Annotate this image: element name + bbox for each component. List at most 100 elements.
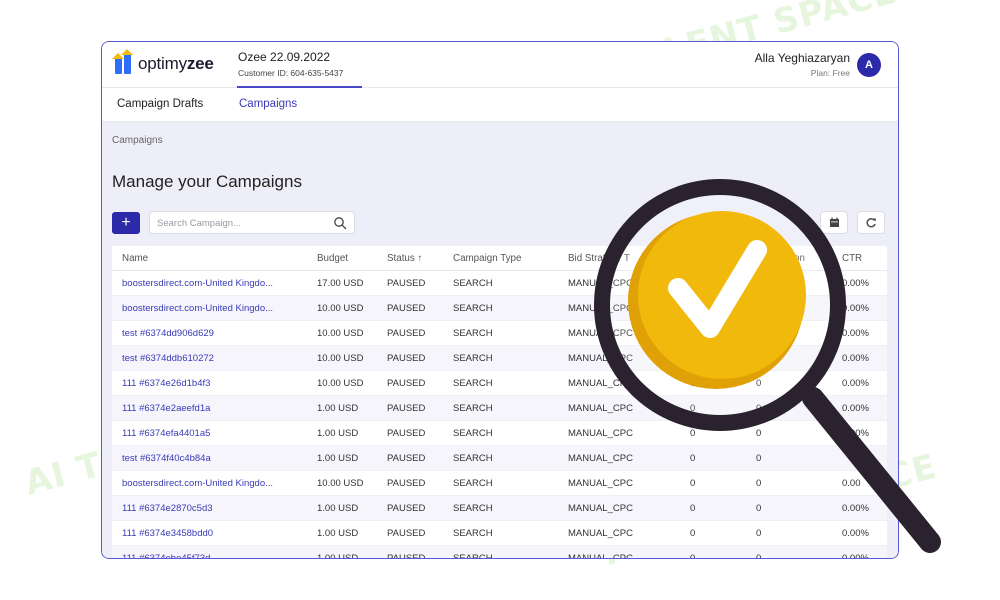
- cell-name[interactable]: boostersdirect.com-United Kingdo...: [122, 303, 307, 314]
- column-header-bid-strategy[interactable]: Bid Strategy T: [568, 253, 630, 264]
- cell-metric-a: 0: [690, 553, 696, 559]
- cell-ctr: 0.00%: [842, 503, 869, 514]
- cell-campaign-type: SEARCH: [453, 553, 493, 559]
- cell-budget: 10.00 USD: [317, 328, 364, 339]
- table-row[interactable]: 111 #6374efa4401a5 1.00 USD PAUSED SEARCH MA…: [112, 421, 887, 446]
- cell-bid-strategy: MANUAL_CPC: [568, 328, 633, 339]
- cell-bid-strategy: MANUAL_CPC: [568, 528, 633, 539]
- cell-bid-strategy: MANUAL_CPC: [568, 428, 633, 439]
- cell-budget: 10.00 USD: [317, 303, 364, 314]
- refresh-button[interactable]: [857, 211, 885, 234]
- cell-name[interactable]: boostersdirect.com-United Kingdo...: [122, 478, 307, 489]
- cell-metric-a: 0: [690, 528, 696, 539]
- cell-metric-b: 0: [756, 453, 762, 464]
- cell-metric-b: 0: [756, 553, 762, 559]
- search-input[interactable]: [157, 215, 327, 231]
- cell-bid-strategy: MANUAL_CPC: [568, 378, 633, 389]
- cell-name[interactable]: test #6374dd906d629: [122, 328, 307, 339]
- cell-metric-b: 0: [756, 378, 762, 389]
- cell-bid-strategy: MANUAL_CPC: [568, 553, 633, 559]
- column-header-campaign-type[interactable]: Campaign Type: [453, 253, 521, 264]
- logo[interactable]: optimyzee: [112, 49, 214, 74]
- cell-status: PAUSED: [387, 303, 426, 314]
- column-header-ctr[interactable]: CTR: [842, 253, 862, 264]
- table-row[interactable]: test #6374f40c4b84a 1.00 USD PAUSED SEARCH M…: [112, 446, 887, 471]
- cell-campaign-type: SEARCH: [453, 378, 493, 389]
- cell-ctr: 0.00%: [842, 553, 869, 559]
- cell-status: PAUSED: [387, 528, 426, 539]
- cell-name[interactable]: boostersdirect.com-United Kingdo...: [122, 278, 307, 289]
- cell-ctr: 0.00%: [842, 378, 869, 389]
- cell-budget: 1.00 USD: [317, 453, 359, 464]
- cell-status: PAUSED: [387, 553, 426, 559]
- cell-name[interactable]: 111 #6374efa4401a5: [122, 428, 307, 439]
- table-row[interactable]: test #6374dd906d629 10.00 USD PAUSED SEARCH…: [112, 321, 887, 346]
- cell-metric-a: 0: [690, 428, 696, 439]
- app-window: optimyzee Ozee 22.09.2022 Customer ID: 6…: [101, 41, 899, 559]
- cell-bid-strategy: MANUAL_CPC: [568, 353, 633, 364]
- cell-metric-a: 0: [690, 378, 696, 389]
- search-icon[interactable]: [333, 216, 347, 230]
- breadcrumb[interactable]: Campaigns: [112, 135, 163, 146]
- tab-campaigns[interactable]: Campaigns: [239, 98, 297, 110]
- table-row[interactable]: test #6374ddb610272 10.00 USD PAUSED SEARCH…: [112, 346, 887, 371]
- calendar-icon: [829, 217, 839, 227]
- table-row[interactable]: boostersdirect.com-United Kingdo... 10.00…: [112, 471, 887, 496]
- content-area: Campaigns Manage your Campaigns + Search…: [102, 122, 898, 559]
- cell-name[interactable]: test #6374ddb610272: [122, 353, 307, 364]
- table-row[interactable]: 111 #6374e2870c5d3 1.00 USD PAUSED SEARCH MA…: [112, 496, 887, 521]
- account-selector[interactable]: Ozee 22.09.2022 Customer ID: 604-635-543…: [238, 50, 343, 78]
- cell-status: PAUSED: [387, 278, 426, 289]
- cell-name[interactable]: 111 #6374ebe45f73d: [122, 553, 307, 558]
- cell-ctr: 0.00%: [842, 353, 869, 364]
- table-row[interactable]: 111 #6374e26d1b4f3 10.00 USD PAUSED SEARCH M…: [112, 371, 887, 396]
- cell-name[interactable]: test #6374f40c4b84a: [122, 453, 307, 464]
- cell-name[interactable]: 111 #6374e2aeefd1a: [122, 403, 307, 414]
- cell-status: PAUSED: [387, 428, 426, 439]
- cell-campaign-type: SEARCH: [453, 278, 493, 289]
- column-header-name[interactable]: Name: [122, 253, 148, 264]
- column-header-budget[interactable]: Budget: [317, 253, 348, 264]
- search-box: [149, 211, 355, 234]
- cell-budget: 1.00 USD: [317, 428, 359, 439]
- cell-campaign-type: SEARCH: [453, 528, 493, 539]
- tab-bar: Campaign Drafts Campaigns: [102, 88, 898, 122]
- table-row[interactable]: 111 #6374ebe45f73d 1.00 USD PAUSED SEARCH MA…: [112, 546, 887, 559]
- table-row[interactable]: 111 #6374e2aeefd1a 1.00 USD PAUSED SEARCH MA…: [112, 396, 887, 421]
- table-row[interactable]: boostersdirect.com-United Kingdo... 10.00…: [112, 296, 887, 321]
- cell-budget: 1.00 USD: [317, 503, 359, 514]
- cell-budget: 10.00 USD: [317, 378, 364, 389]
- cell-budget: 10.00 USD: [317, 353, 364, 364]
- cell-status: PAUSED: [387, 453, 426, 464]
- cell-name[interactable]: 111 #6374e2870c5d3: [122, 503, 307, 514]
- cell-status: PAUSED: [387, 403, 426, 414]
- refresh-icon: [866, 217, 876, 227]
- tab-campaign-drafts[interactable]: Campaign Drafts: [117, 98, 203, 110]
- column-header-status[interactable]: Status ↑: [387, 253, 422, 264]
- cell-bid-strategy: MANUAL_CPC: [568, 403, 633, 414]
- cell-metric-b: 0: [756, 528, 762, 539]
- column-header-conversion[interactable]: on: [794, 253, 805, 264]
- cell-status: PAUSED: [387, 503, 426, 514]
- logo-mark-icon: [112, 49, 133, 74]
- cell-metric-a: 0: [690, 503, 696, 514]
- user-name: Alla Yeghiazaryan: [754, 51, 850, 65]
- table-row[interactable]: boostersdirect.com-United Kingdo... 17.00…: [112, 271, 887, 296]
- cell-ctr: 0.00%: [842, 328, 869, 339]
- logo-text: optimyzee: [138, 54, 214, 73]
- cell-name[interactable]: 111 #6374e26d1b4f3: [122, 378, 307, 389]
- page-title: Manage your Campaigns: [112, 172, 302, 191]
- cell-campaign-type: SEARCH: [453, 453, 493, 464]
- calendar-button[interactable]: [820, 211, 848, 234]
- cell-metric-b: 0: [756, 428, 762, 439]
- cell-metric-a: 0: [690, 403, 696, 414]
- user-plan: Plan: Free: [810, 68, 850, 78]
- avatar[interactable]: A: [857, 53, 881, 77]
- cell-ctr: 0.00%: [842, 303, 869, 314]
- cell-metric-b: 0: [756, 478, 762, 489]
- cell-name[interactable]: 111 #6374e3458bdd0: [122, 528, 307, 539]
- table-row[interactable]: 111 #6374e3458bdd0 1.00 USD PAUSED SEARCH MA…: [112, 521, 887, 546]
- cell-campaign-type: SEARCH: [453, 403, 493, 414]
- add-campaign-button[interactable]: +: [112, 212, 140, 234]
- user-info[interactable]: Alla Yeghiazaryan Plan: Free: [755, 51, 850, 78]
